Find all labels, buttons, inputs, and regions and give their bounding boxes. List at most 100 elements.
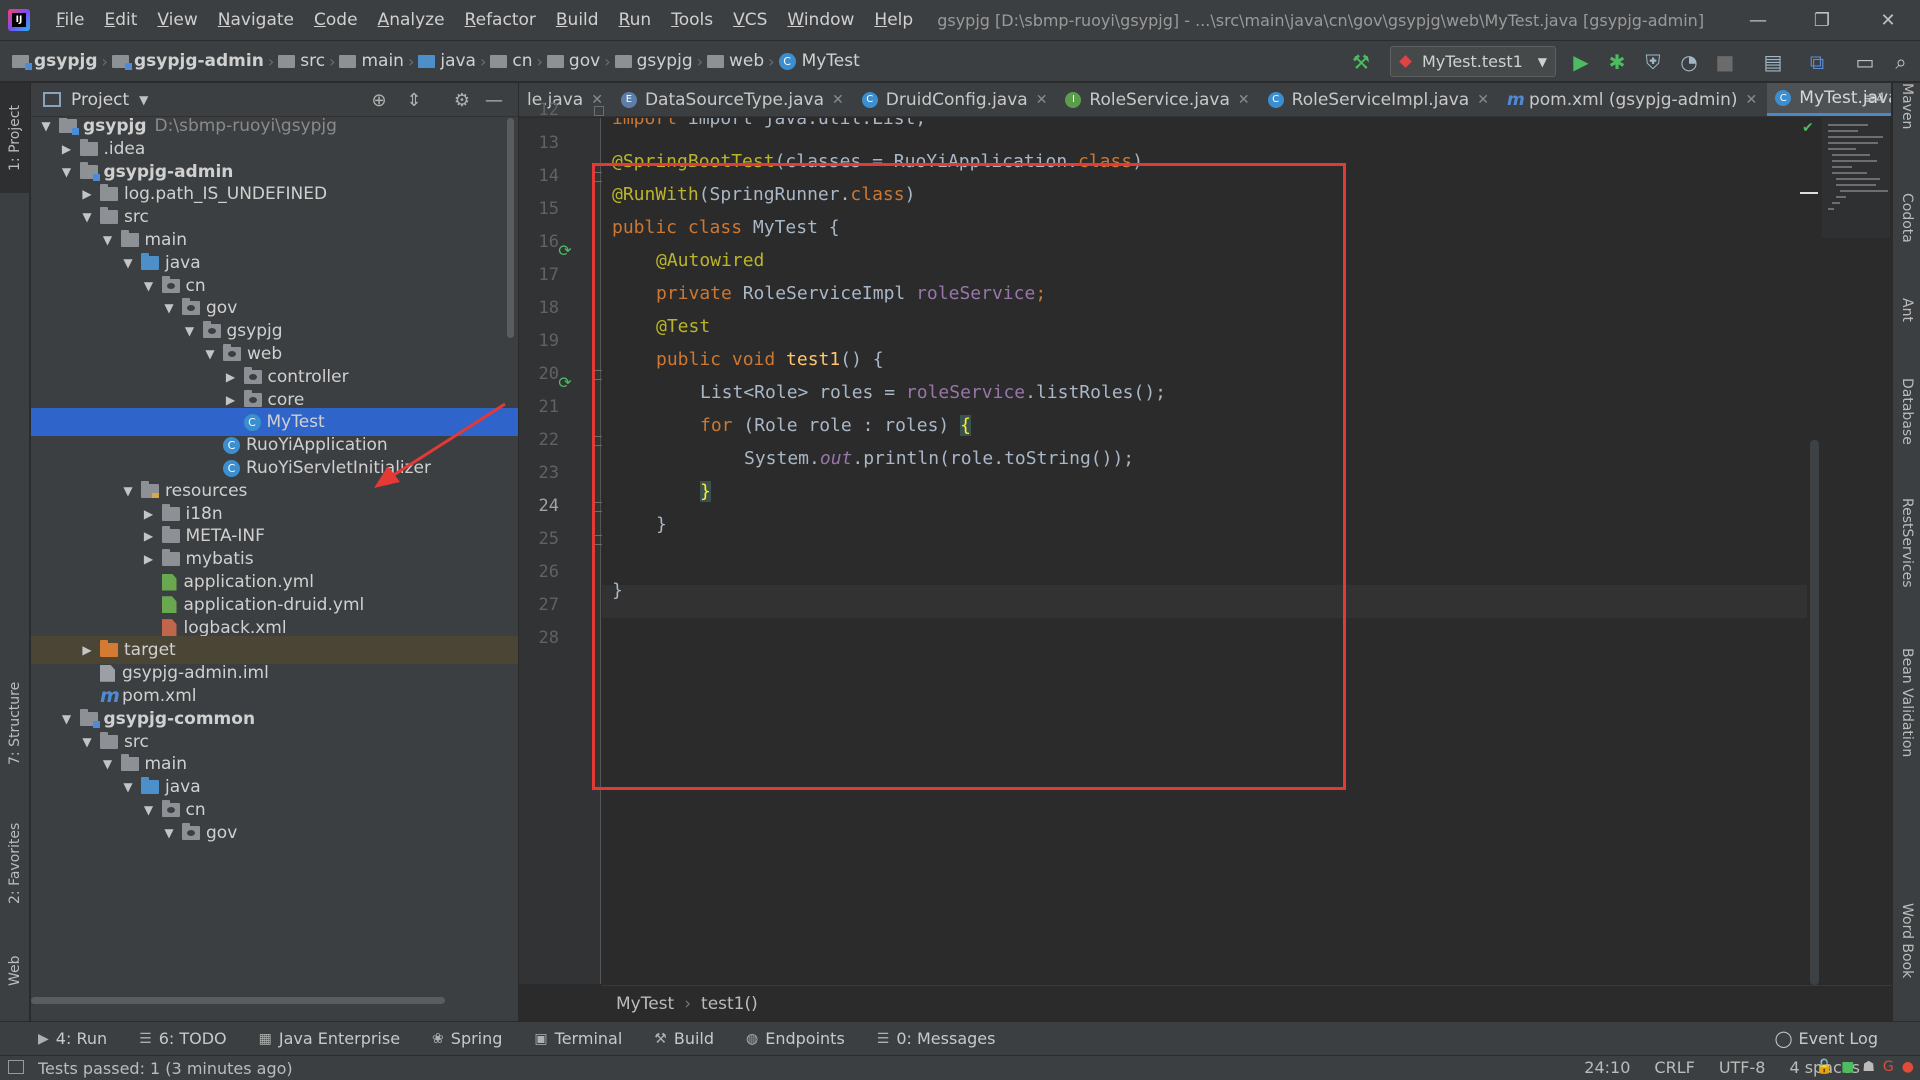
tab-ant[interactable]: Ant [1893,298,1920,358]
tab-web[interactable]: Web [0,941,30,1001]
restore-button[interactable]: ❐ [1790,0,1854,40]
fold-marker-icon[interactable] [594,106,604,116]
tab-bean-validation[interactable]: Bean Validation [1893,648,1920,788]
menu-refactor[interactable]: Refactor [455,10,546,30]
line-separator[interactable]: CRLF [1654,1058,1694,1077]
tab-favorites[interactable]: 2: Favorites [0,803,30,923]
expand-arrow-icon[interactable]: ▼ [119,780,137,794]
translate-icon[interactable]: ⧉ [1804,49,1830,75]
crumb-module[interactable]: gsypjg-admin [111,51,264,71]
tool-window-button[interactable]: ☰ 6: TODO [139,1029,227,1048]
collapse-arrow-icon[interactable]: ▶ [222,393,240,407]
crumb-cn[interactable]: cn [490,51,533,71]
collapse-arrow-icon[interactable]: ▶ [140,552,158,566]
tool-window-button[interactable]: ❀ Spring [432,1029,502,1048]
terminal-window-icon[interactable]: ▭ [1852,49,1878,75]
collapse-arrow-icon[interactable]: ▶ [78,643,96,657]
close-tab-icon[interactable]: ✕ [832,92,844,108]
crumb-java[interactable]: java [418,51,476,71]
expand-arrow-icon[interactable]: ▼ [119,484,137,498]
expand-arrow-icon[interactable]: ▼ [140,803,158,817]
run-test-method-icon[interactable]: ⟳ [555,372,575,392]
tab-codota[interactable]: Codota [1893,193,1920,273]
crumb-src[interactable]: src [278,51,325,71]
locate-icon[interactable]: ⊕ [368,89,390,111]
tab-project[interactable]: 1: Project [0,83,30,193]
codota-icon[interactable]: ■ [1841,1059,1854,1075]
search-icon[interactable]: ⌕ [1888,49,1914,75]
tab-structure[interactable]: 7: Structure [0,663,30,783]
menu-tools[interactable]: Tools [661,10,723,30]
google-icon[interactable]: G [1883,1059,1894,1075]
collapse-arrow-icon[interactable]: ▶ [222,370,240,384]
caret-position[interactable]: 24:10 [1584,1058,1630,1077]
crumb-main[interactable]: main [339,51,404,71]
editor-scrollbar[interactable] [1810,440,1819,985]
menu-view[interactable]: View [147,10,207,30]
collapse-arrow-icon[interactable]: ▶ [140,507,158,521]
menu-run[interactable]: Run [609,10,662,30]
menu-build[interactable]: Build [546,10,609,30]
tree-horizontal-scrollbar[interactable] [31,995,518,1005]
menu-edit[interactable]: Edit [94,10,147,30]
chevron-down-icon[interactable]: ▼ [139,93,148,107]
editor-tab[interactable]: C RoleServiceImpl.java ✕ [1260,83,1499,116]
collapse-arrow-icon[interactable]: ▶ [58,142,76,156]
notification-icon[interactable]: ● [1902,1059,1914,1075]
build-hammer-icon[interactable]: ⚒ [1348,49,1374,75]
tab-rest-services[interactable]: RestServices [1893,498,1920,618]
run-test-class-icon[interactable]: ⟳ [555,240,575,260]
lock-icon[interactable]: 🔓 [1816,1059,1833,1075]
file-encoding[interactable]: UTF-8 [1719,1058,1766,1077]
close-tab-icon[interactable]: ✕ [1746,92,1758,108]
expand-arrow-icon[interactable]: ▼ [119,256,137,270]
expand-arrow-icon[interactable]: ▼ [160,301,178,315]
expand-arrow-icon[interactable]: ▼ [37,119,55,133]
menu-file[interactable]: File [46,10,94,30]
expand-arrow-icon[interactable]: ▼ [99,233,117,247]
crumb-web[interactable]: web [707,51,764,71]
editor-tab[interactable]: E DataSourceType.java ✕ [613,83,854,116]
tree-scrollbar[interactable] [507,118,514,338]
tab-word-book[interactable]: Word Book [1893,903,1920,1013]
profile-icon[interactable]: ◔ [1676,49,1702,75]
stop-icon[interactable]: ■ [1712,49,1738,75]
project-structure-icon[interactable]: ▤ [1760,49,1786,75]
crumb-project[interactable]: gsypjg [12,51,98,71]
inspection-ok-icon[interactable]: ✔ [1802,120,1814,136]
editor-tab[interactable]: m pom.xml (gsypjg-admin) ✕ [1499,83,1767,116]
editor-tab[interactable]: I RoleService.java ✕ [1057,83,1259,116]
menu-window[interactable]: Window [777,10,864,30]
status-message[interactable]: Tests passed: 1 (3 minutes ago) [38,1059,293,1078]
editor-tab[interactable]: C DruidConfig.java ✕ [854,83,1058,116]
tab-database[interactable]: Database [1893,378,1920,478]
code-minimap[interactable] [1822,118,1890,238]
menu-code[interactable]: Code [304,10,368,30]
close-button[interactable]: ✕ [1856,0,1920,40]
tab-maven[interactable]: Maven [1893,83,1920,163]
collapse-arrow-icon[interactable]: ▶ [140,529,158,543]
expand-arrow-icon[interactable]: ▼ [181,324,199,338]
tree-node[interactable]: ▼ gov [31,819,518,847]
expand-arrow-icon[interactable]: ▼ [78,735,96,749]
menu-help[interactable]: Help [864,10,923,30]
event-log-button[interactable]: ◯ Event Log [1775,1029,1878,1048]
run-icon[interactable]: ▶ [1568,49,1594,75]
crumb-mytest[interactable]: C MyTest [778,51,860,71]
menu-navigate[interactable]: Navigate [208,10,304,30]
run-config-select[interactable]: MyTest.test1 ▼ [1390,46,1556,77]
expand-arrow-icon[interactable]: ▼ [58,712,76,726]
expand-arrow-icon[interactable]: ▼ [140,279,158,293]
more-tabs-button[interactable]: ≡4 [1864,91,1885,107]
close-tab-icon[interactable]: ✕ [1036,92,1048,108]
crumb-method[interactable]: test1() [701,994,758,1014]
expand-arrow-icon[interactable]: ▼ [78,210,96,224]
tool-window-button[interactable]: ⚒ Build [654,1029,714,1048]
close-tab-icon[interactable]: ✕ [1477,92,1489,108]
minimize-button[interactable]: — [1726,0,1790,40]
expand-arrow-icon[interactable]: ▼ [201,347,219,361]
tool-window-button[interactable]: ▦ Java Enterprise [259,1029,400,1048]
menu-vcs[interactable]: VCS [723,10,777,30]
tool-window-button[interactable]: ☰ 0: Messages [877,1029,996,1048]
gear-icon[interactable]: ⚙ [451,89,473,111]
